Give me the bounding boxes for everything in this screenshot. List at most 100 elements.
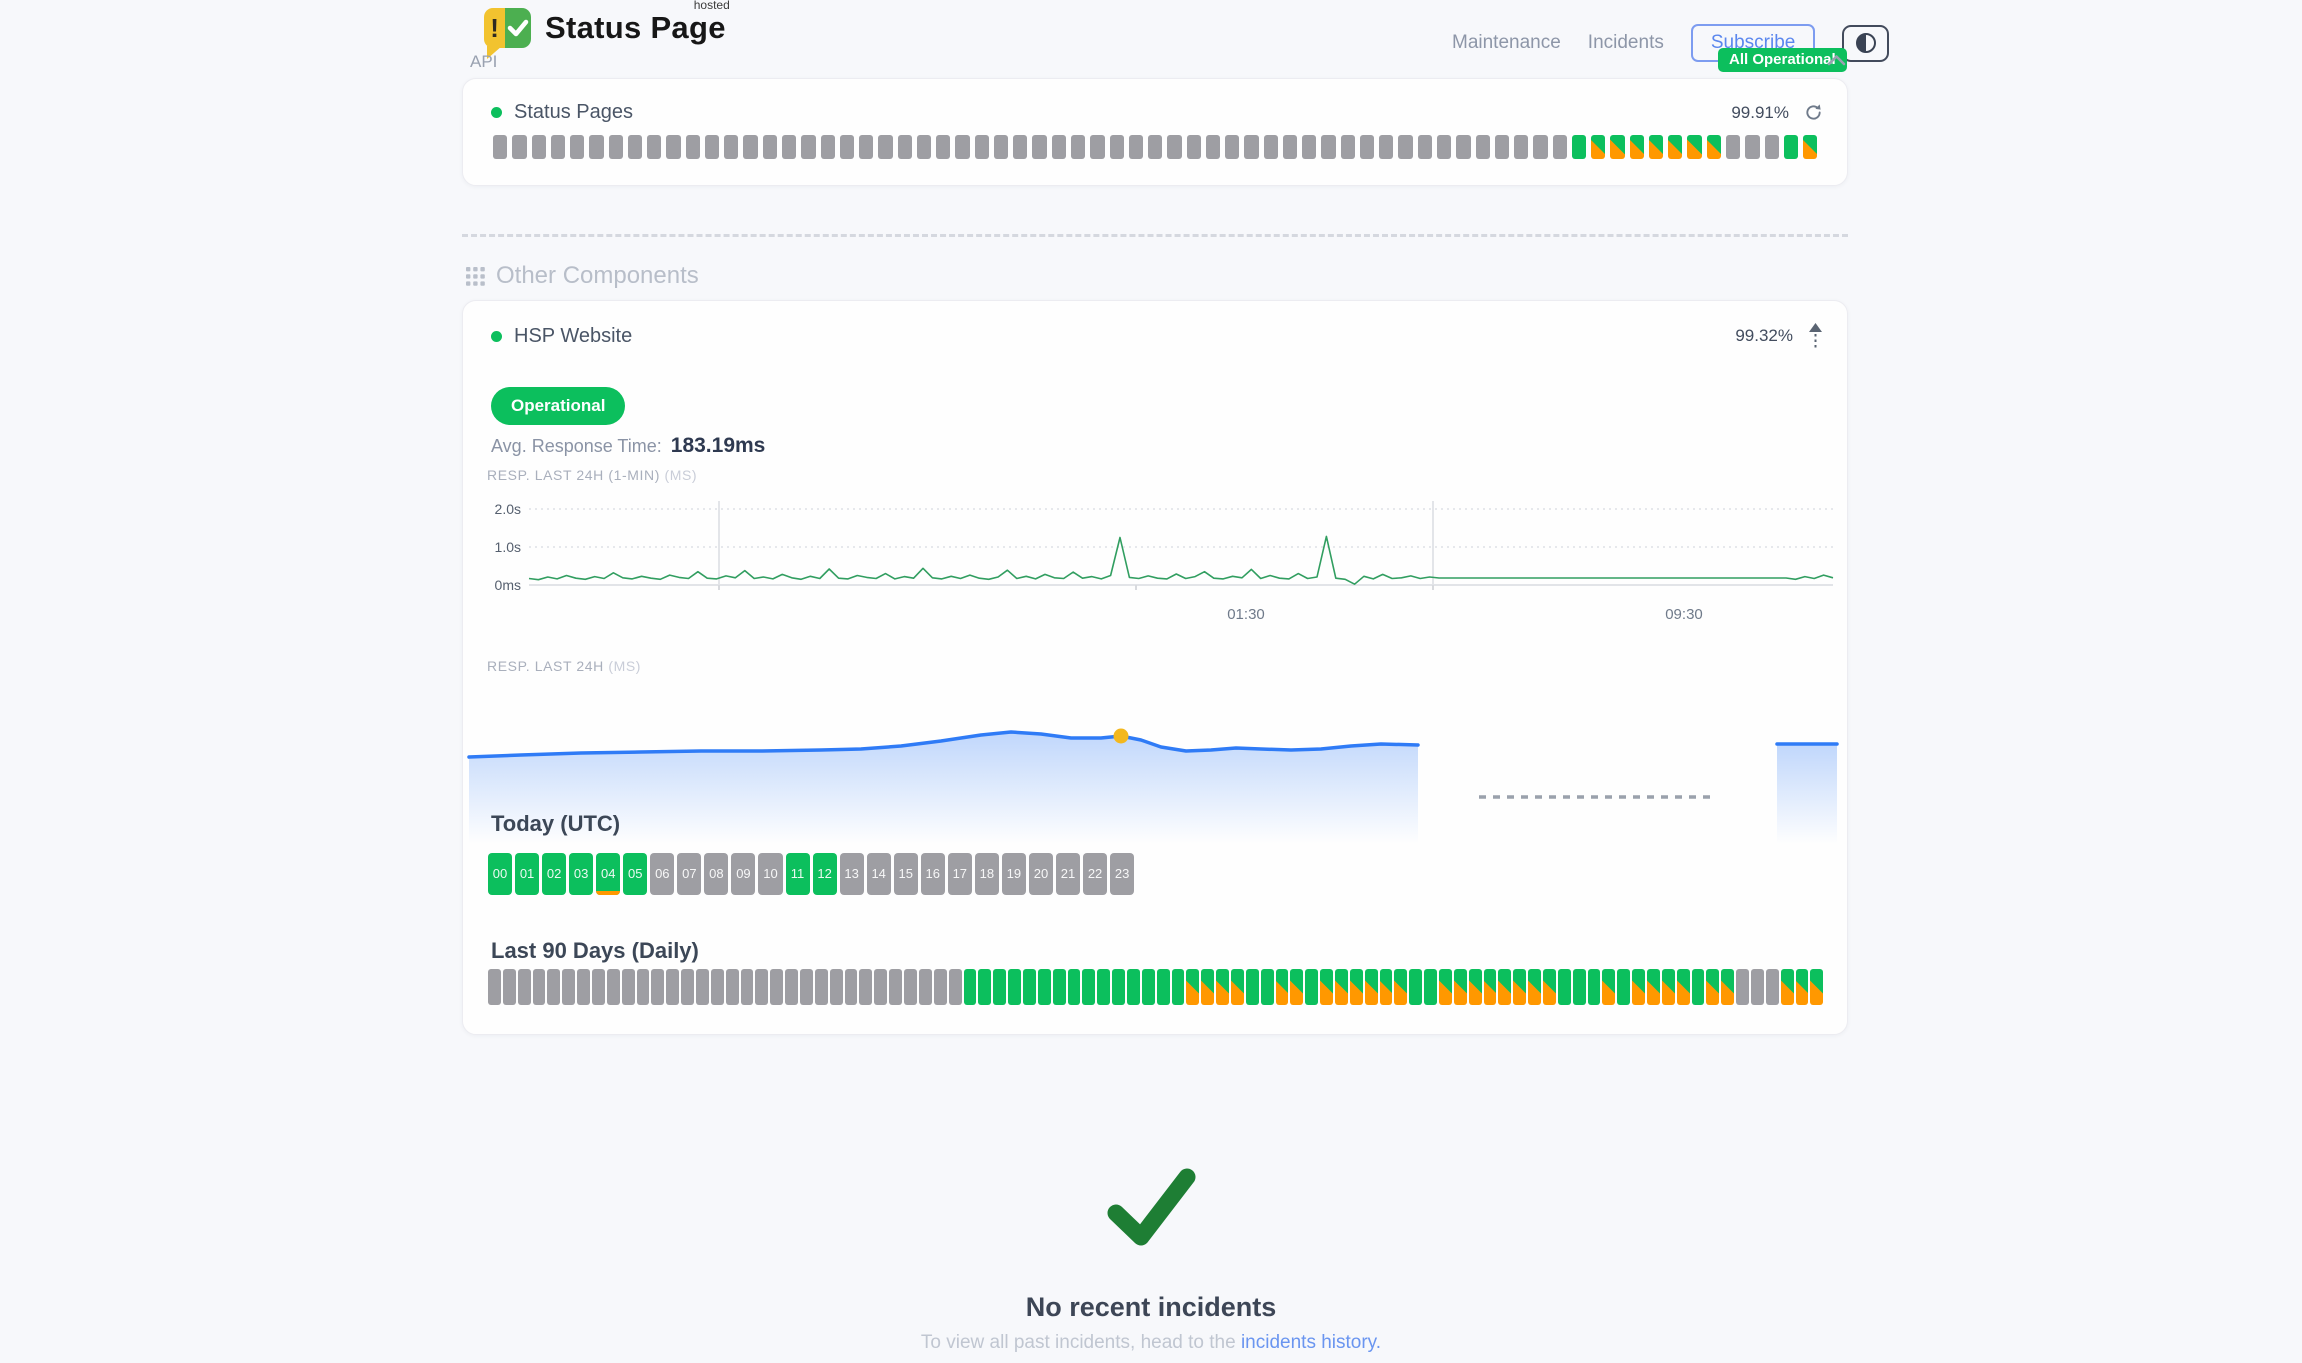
uptime-bar[interactable] <box>1553 135 1567 159</box>
uptime-bar[interactable] <box>917 135 931 159</box>
daily-uptime-bar[interactable] <box>1528 969 1541 1005</box>
daily-uptime-bar[interactable] <box>904 969 917 1005</box>
uptime-bar[interactable] <box>1572 135 1586 159</box>
hour-block-23[interactable]: 23 <box>1110 853 1134 895</box>
uptime-bar[interactable] <box>898 135 912 159</box>
daily-uptime-bar[interactable] <box>1751 969 1764 1005</box>
daily-uptime-bar[interactable] <box>1736 969 1749 1005</box>
daily-uptime-bar[interactable] <box>681 969 694 1005</box>
daily-uptime-bar[interactable] <box>1721 969 1734 1005</box>
uptime-bar[interactable] <box>532 135 546 159</box>
daily-uptime-bar[interactable] <box>711 969 724 1005</box>
uptime-bar[interactable] <box>1052 135 1066 159</box>
daily-uptime-bar[interactable] <box>1781 969 1794 1005</box>
uptime-bar[interactable] <box>1206 135 1220 159</box>
uptime-bar[interactable] <box>1071 135 1085 159</box>
daily-uptime-bar[interactable] <box>1172 969 1185 1005</box>
daily-uptime-bar[interactable] <box>815 969 828 1005</box>
daily-uptime-bar[interactable] <box>1008 969 1021 1005</box>
daily-uptime-bar[interactable] <box>1706 969 1719 1005</box>
uptime-bar[interactable] <box>1302 135 1316 159</box>
uptime-bar[interactable] <box>975 135 989 159</box>
daily-uptime-bar[interactable] <box>1513 969 1526 1005</box>
daily-uptime-bar[interactable] <box>533 969 546 1005</box>
uptime-bar[interactable] <box>801 135 815 159</box>
uptime-bar[interactable] <box>782 135 796 159</box>
daily-uptime-bar[interactable] <box>919 969 932 1005</box>
uptime-bar[interactable] <box>1341 135 1355 159</box>
daily-uptime-bar[interactable] <box>1380 969 1393 1005</box>
uptime-bar[interactable] <box>1437 135 1451 159</box>
nav-maintenance[interactable]: Maintenance <box>1452 32 1561 54</box>
daily-uptime-bar[interactable] <box>800 969 813 1005</box>
uptime-bar[interactable] <box>1610 135 1624 159</box>
daily-uptime-bar[interactable] <box>1038 969 1051 1005</box>
daily-uptime-bar[interactable] <box>993 969 1006 1005</box>
daily-uptime-bar[interactable] <box>726 969 739 1005</box>
daily-uptime-bar[interactable] <box>577 969 590 1005</box>
uptime-bar[interactable] <box>1090 135 1104 159</box>
hour-block-13[interactable]: 13 <box>840 853 864 895</box>
daily-uptime-bar[interactable] <box>1469 969 1482 1005</box>
uptime-bar[interactable] <box>1476 135 1490 159</box>
uptime-bar[interactable] <box>1398 135 1412 159</box>
daily-uptime-bar[interactable] <box>889 969 902 1005</box>
daily-uptime-bar[interactable] <box>1766 969 1779 1005</box>
refresh-icon[interactable] <box>1804 103 1823 122</box>
daily-uptime-bar[interactable] <box>978 969 991 1005</box>
response-time-area-chart[interactable] <box>463 679 1849 851</box>
hour-block-21[interactable]: 21 <box>1056 853 1080 895</box>
hour-block-07[interactable]: 07 <box>677 853 701 895</box>
daily-uptime-bar[interactable] <box>1290 969 1303 1005</box>
daily-uptime-bar[interactable] <box>1216 969 1229 1005</box>
uptime-bar[interactable] <box>647 135 661 159</box>
incidents-history-link[interactable]: incidents history. <box>1241 1332 1381 1353</box>
daily-uptime-bar[interactable] <box>1424 969 1437 1005</box>
daily-uptime-bar[interactable] <box>1335 969 1348 1005</box>
daily-uptime-bar[interactable] <box>1320 969 1333 1005</box>
uptime-bar[interactable] <box>1765 135 1779 159</box>
hour-block-00[interactable]: 00 <box>488 853 512 895</box>
uptime-bar[interactable] <box>589 135 603 159</box>
hour-block-06[interactable]: 06 <box>650 853 674 895</box>
daily-uptime-bar[interactable] <box>1127 969 1140 1005</box>
scroll-up-arrow-icon[interactable] <box>1808 323 1823 349</box>
daily-uptime-bar[interactable] <box>949 969 962 1005</box>
uptime-bar[interactable] <box>763 135 777 159</box>
uptime-bar[interactable] <box>705 135 719 159</box>
uptime-bar[interactable] <box>1514 135 1528 159</box>
uptime-bar[interactable] <box>821 135 835 159</box>
uptime-bar[interactable] <box>1264 135 1278 159</box>
daily-uptime-bar[interactable] <box>1632 969 1645 1005</box>
daily-uptime-bar[interactable] <box>1409 969 1422 1005</box>
uptime-bar[interactable] <box>1283 135 1297 159</box>
daily-uptime-bar[interactable] <box>1796 969 1809 1005</box>
uptime-bar[interactable] <box>1032 135 1046 159</box>
uptime-bar[interactable] <box>512 135 526 159</box>
uptime-bar[interactable] <box>1187 135 1201 159</box>
daily-uptime-bar[interactable] <box>964 969 977 1005</box>
hour-block-08[interactable]: 08 <box>704 853 728 895</box>
daily-uptime-bar[interactable] <box>1157 969 1170 1005</box>
hour-block-20[interactable]: 20 <box>1029 853 1053 895</box>
daily-uptime-bar[interactable] <box>1394 969 1407 1005</box>
daily-uptime-bar[interactable] <box>1053 969 1066 1005</box>
daily-uptime-bar[interactable] <box>1186 969 1199 1005</box>
daily-uptime-bar[interactable] <box>830 969 843 1005</box>
uptime-bar[interactable] <box>686 135 700 159</box>
hour-block-12[interactable]: 12 <box>813 853 837 895</box>
daily-uptime-bar[interactable] <box>562 969 575 1005</box>
uptime-bar[interactable] <box>1745 135 1759 159</box>
daily-uptime-bar[interactable] <box>696 969 709 1005</box>
hour-block-15[interactable]: 15 <box>894 853 918 895</box>
daily-uptime-bar[interactable] <box>1617 969 1630 1005</box>
daily-uptime-bar[interactable] <box>607 969 620 1005</box>
daily-uptime-bar[interactable] <box>503 969 516 1005</box>
theme-toggle-button[interactable] <box>1842 25 1889 62</box>
uptime-bar[interactable] <box>628 135 642 159</box>
uptime-bar[interactable] <box>1784 135 1798 159</box>
hour-block-11[interactable]: 11 <box>786 853 810 895</box>
daily-uptime-bar[interactable] <box>934 969 947 1005</box>
uptime-bar[interactable] <box>1707 135 1721 159</box>
daily-uptime-bar[interactable] <box>1677 969 1690 1005</box>
